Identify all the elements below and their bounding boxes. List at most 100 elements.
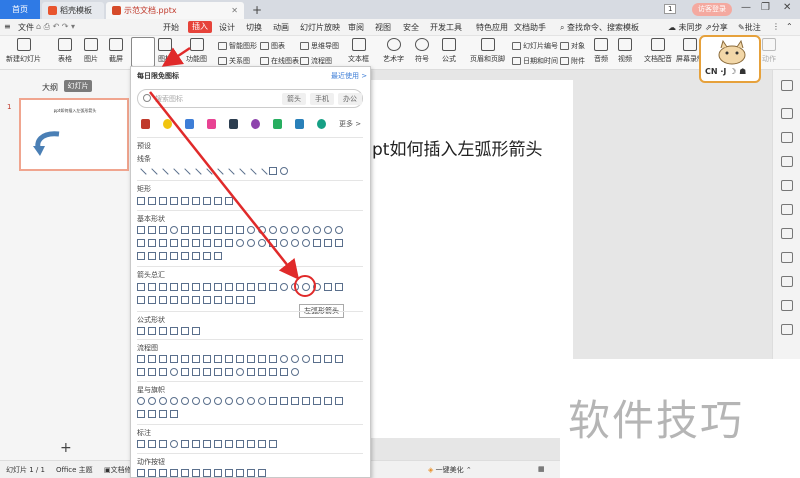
flow-row-2[interactable] [137, 368, 299, 376]
basic-row-3[interactable] [137, 252, 222, 260]
bulb-icon[interactable] [163, 119, 172, 129]
icons-button[interactable]: 图标 [158, 38, 172, 64]
rocket-icon[interactable] [141, 119, 150, 129]
tab-outline[interactable]: 大纲 [42, 82, 58, 93]
mind-map-button[interactable]: 思维导图 [300, 41, 339, 51]
menu-design[interactable]: 设计 [219, 22, 235, 33]
callout-row[interactable] [137, 440, 277, 448]
menu-security[interactable]: 安全 [403, 22, 419, 33]
sidebar-gear-icon[interactable] [781, 204, 793, 215]
doc-dub-button[interactable]: 文档配音 [644, 38, 672, 64]
collapse-icon[interactable]: ⌃ [786, 22, 793, 31]
globe-icon[interactable] [317, 119, 326, 129]
action-button[interactable]: 动作 [762, 38, 776, 64]
slide-title[interactable]: pt如何插入左弧形箭头 [372, 135, 542, 160]
attachment-button[interactable]: 附件 [560, 56, 585, 66]
close-tab-icon[interactable]: ✕ [231, 6, 238, 15]
comment-button[interactable]: ✎批注 [738, 22, 761, 33]
flow-row-1[interactable] [137, 355, 343, 363]
more-icon[interactable]: ⋮ [772, 22, 780, 31]
heart-icon[interactable] [207, 119, 216, 129]
menu-review[interactable]: 审阅 [348, 22, 364, 33]
close-icon[interactable]: ✕ [783, 2, 791, 13]
stars-row-1[interactable] [137, 397, 343, 405]
menu-view[interactable]: 视图 [375, 22, 391, 33]
menu-developer[interactable]: 开发工具 [430, 22, 462, 33]
view-normal-icon[interactable]: ▦ [538, 465, 545, 473]
rect-row[interactable] [137, 197, 233, 205]
menu-features[interactable]: 特色应用 [476, 22, 508, 33]
sidebar-shape-icon[interactable] [781, 132, 793, 143]
textbox-button[interactable]: 文本框 [348, 38, 369, 64]
symbol-button[interactable]: 符号 [415, 38, 429, 64]
doc-fix-button[interactable]: ▣文档修 [104, 465, 132, 475]
formula-row[interactable] [137, 327, 200, 335]
online-chart-button[interactable]: 在线图表 [260, 56, 299, 66]
sidebar-star-icon[interactable] [781, 156, 793, 167]
menu-start[interactable]: 开始 [163, 22, 179, 33]
sync-status[interactable]: ☁ 未同步 [668, 22, 703, 33]
hamburger-icon[interactable]: ≡ [4, 22, 11, 31]
relation-button[interactable]: 关系图 [218, 56, 250, 66]
share-button[interactable]: ⇗分享 [705, 22, 728, 33]
sidebar-style-icon[interactable] [781, 108, 793, 119]
function-chart-button[interactable]: 功能图 [186, 38, 207, 64]
tab-slides[interactable]: 幻灯片 [64, 80, 92, 92]
arrows-row-2[interactable] [137, 296, 255, 304]
command-search[interactable]: ⌕ 查找命令、搜索模板 [560, 22, 639, 33]
menu-animation[interactable]: 动画 [273, 22, 289, 33]
left-curved-arrow-shape[interactable] [294, 275, 316, 297]
slide-number-button[interactable]: 幻灯片编号 [512, 41, 558, 51]
basic-row-2[interactable] [137, 239, 343, 247]
quick-access-icons[interactable]: ⌂ ⎙ ↶ ↷ ▾ [36, 22, 75, 32]
tag-arrow[interactable]: 箭头 [282, 93, 306, 105]
art-text-button[interactable]: 艺术字 [383, 38, 404, 64]
audio-button[interactable]: 音频 [594, 38, 608, 64]
sidebar-help-icon[interactable] [781, 324, 793, 335]
tab-document[interactable]: 示范文档.pptx ✕ [106, 2, 244, 19]
sidebar-smart-icon[interactable] [781, 252, 793, 263]
formula-button[interactable]: 公式 [442, 38, 456, 64]
book-icon[interactable] [229, 119, 238, 129]
video-button[interactable]: 视频 [618, 38, 632, 64]
basic-row-1[interactable] [137, 226, 343, 234]
menu-transition[interactable]: 切换 [246, 22, 262, 33]
add-slide-button[interactable]: + [60, 440, 72, 456]
ball-icon[interactable] [251, 119, 260, 129]
login-button[interactable]: 访客登录 [692, 3, 732, 16]
menu-file[interactable]: 文件 [18, 22, 34, 33]
sidebar-animation-icon[interactable] [781, 180, 793, 191]
tag-office[interactable]: 办公 [338, 93, 362, 105]
plant-icon[interactable] [273, 119, 282, 129]
menu-doc-assistant[interactable]: 文档助手 [514, 22, 546, 33]
minimize-icon[interactable]: — [741, 2, 751, 13]
document-icon[interactable] [295, 119, 304, 129]
laptop-icon[interactable] [185, 119, 194, 129]
sidebar-location-icon[interactable] [781, 276, 793, 287]
restore-icon[interactable]: ❐ [761, 2, 770, 13]
more-icons-link[interactable]: 更多 > [339, 119, 361, 129]
icon-search-input[interactable]: 搜索图标 箭头 手机 办公 [137, 89, 363, 108]
table-button[interactable]: 表格 [58, 38, 72, 64]
sidebar-share-icon[interactable] [781, 300, 793, 311]
tag-phone[interactable]: 手机 [310, 93, 334, 105]
lines-row[interactable] [135, 167, 288, 180]
recently-used-link[interactable]: 最近使用 > [331, 71, 367, 81]
chart-button[interactable]: 图表 [260, 41, 285, 51]
tab-home[interactable]: 首页 [0, 0, 40, 19]
tab-template[interactable]: 稻壳模板 [42, 2, 104, 19]
new-slide-button[interactable]: 新建幻灯片 [6, 38, 41, 64]
sidebar-layout-icon[interactable] [781, 228, 793, 239]
picture-button[interactable]: 图片 [84, 38, 98, 64]
object-button[interactable]: 对象 [560, 41, 585, 51]
assistant-avatar[interactable]: CN ·J ☽ ☗ [699, 35, 761, 83]
smart-art-button[interactable]: 智能图形 [218, 41, 257, 51]
flowchart-button[interactable]: 流程图 [300, 56, 332, 66]
new-tab-button[interactable]: + [252, 3, 262, 17]
screenshot-button[interactable]: 截屏 [109, 38, 123, 64]
menu-insert[interactable]: 插入 [188, 21, 212, 33]
beautify-button[interactable]: ◈ 一键美化 ⌃ [428, 465, 472, 475]
header-footer-button[interactable]: 页眉和页脚 [470, 38, 505, 64]
action-row[interactable] [137, 469, 266, 477]
stars-row-2[interactable] [137, 410, 178, 418]
